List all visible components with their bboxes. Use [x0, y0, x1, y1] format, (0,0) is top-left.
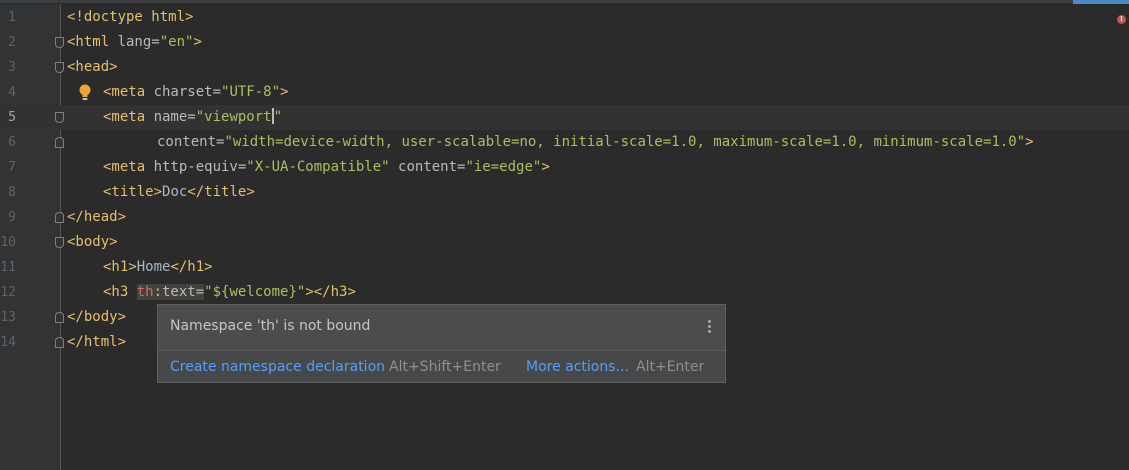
- line-number: 12: [0, 285, 16, 300]
- tag: <h3: [103, 284, 137, 300]
- attribute: charset=: [153, 84, 222, 100]
- code-text[interactable]: <h1>Home</h1>: [103, 255, 213, 280]
- code-text[interactable]: <meta charset="UTF-8">: [103, 80, 288, 105]
- tag: <h1>: [103, 259, 137, 275]
- tag: >: [541, 159, 550, 175]
- attribute-value: "width=device-width, user-scalable=no, i…: [224, 134, 1026, 150]
- code-text[interactable]: </html>: [67, 330, 126, 355]
- code-line[interactable]: 11 <h1>Home</h1>: [0, 255, 1129, 280]
- attribute: http-equiv=: [153, 159, 247, 175]
- more-vertical-icon[interactable]: [708, 320, 712, 335]
- tag: <head>: [67, 59, 118, 75]
- code-text[interactable]: <html lang="en">: [67, 30, 202, 55]
- fold-marker-icon[interactable]: [55, 312, 64, 323]
- line-number: 2: [8, 35, 16, 50]
- code-line[interactable]: 9 </head>: [0, 205, 1129, 230]
- attribute: content=: [389, 159, 466, 175]
- scrollbar-accent[interactable]: [1073, 0, 1129, 4]
- tag: </h1>: [170, 259, 213, 275]
- inspection-popup: Namespace 'th' is not bound Create names…: [157, 304, 726, 383]
- code-line[interactable]: 8 <title>Doc</title>: [0, 180, 1129, 205]
- code-line[interactable]: 3 <head>: [0, 55, 1129, 80]
- tag: <meta: [103, 84, 154, 100]
- attribute-value: "UTF-8": [221, 84, 281, 100]
- tag: </body>: [67, 309, 127, 325]
- code-line[interactable]: 12 <h3 th:text="${welcome}"></h3>: [0, 280, 1129, 305]
- code-line[interactable]: 10 <body>: [0, 230, 1129, 255]
- code-line[interactable]: 1 <!doctype html>: [0, 5, 1129, 30]
- fold-marker-icon[interactable]: [55, 112, 64, 123]
- fold-marker-icon[interactable]: [55, 137, 64, 148]
- tag: <title>: [103, 184, 163, 200]
- tag: </html>: [67, 334, 127, 350]
- code-line[interactable]: 2 <html lang="en">: [0, 30, 1129, 55]
- attribute-value: "en": [159, 34, 194, 50]
- code-text[interactable]: <h3 th:text="${welcome}"></h3>: [103, 280, 356, 305]
- attribute-value: "ie=edge": [465, 159, 542, 175]
- line-number: 7: [8, 160, 16, 175]
- tag: <!doctype html>: [67, 9, 194, 25]
- text-content: Doc: [162, 184, 188, 200]
- line-number: 5: [8, 110, 16, 125]
- shortcut-label: Alt+Shift+Enter: [389, 359, 501, 375]
- attribute-value: "viewport: [195, 109, 272, 125]
- code-line-current[interactable]: 5 <meta name="viewport ": [0, 105, 1129, 130]
- attribute: lang=: [117, 34, 160, 50]
- code-text[interactable]: <meta http-equiv="X-UA-Compatible" conte…: [103, 155, 550, 180]
- line-number: 10: [0, 235, 16, 250]
- attribute-value: "X-UA-Compatible": [246, 159, 390, 175]
- fold-marker-icon[interactable]: [55, 212, 64, 223]
- attribute-value: "${welcome}": [204, 284, 306, 300]
- code-text[interactable]: <body>: [67, 230, 118, 255]
- line-number: 3: [8, 60, 16, 75]
- code-text[interactable]: <!doctype html>: [67, 5, 193, 30]
- code-text[interactable]: <meta name="viewport ": [103, 105, 282, 130]
- editor-tab-strip: [0, 0, 1129, 3]
- fold-marker-icon[interactable]: [55, 337, 64, 348]
- code-text[interactable]: </head>: [67, 205, 126, 230]
- tag: </head>: [67, 209, 127, 225]
- attribute: :text=: [153, 284, 205, 300]
- tag: >: [1025, 134, 1034, 150]
- tag: <meta: [103, 159, 154, 175]
- attribute: name=: [153, 109, 196, 125]
- tag: <body>: [67, 234, 118, 250]
- attribute-value: ": [273, 109, 283, 125]
- line-number: 14: [0, 335, 16, 350]
- code-text[interactable]: <head>: [67, 55, 118, 80]
- inspection-message: Namespace 'th' is not bound: [170, 318, 371, 334]
- lightbulb-icon[interactable]: [79, 84, 91, 101]
- shortcut-label: Alt+Enter: [636, 359, 705, 375]
- tag: >: [280, 84, 289, 100]
- tag: <html: [67, 34, 118, 50]
- tag: >: [193, 34, 202, 50]
- more-actions-link[interactable]: More actions...: [526, 359, 629, 375]
- code-text[interactable]: </body>: [67, 305, 126, 330]
- line-number: 8: [8, 185, 16, 200]
- line-number: 1: [8, 10, 16, 25]
- fold-marker-icon[interactable]: [55, 37, 64, 48]
- code-line[interactable]: 7 <meta http-equiv="X-UA-Compatible" con…: [0, 155, 1129, 180]
- tag: <meta: [103, 109, 154, 125]
- fold-marker-icon[interactable]: [55, 62, 64, 73]
- create-namespace-declaration-link[interactable]: Create namespace declaration: [170, 359, 385, 375]
- attribute: content=: [157, 134, 225, 150]
- text-content: Home: [136, 259, 171, 275]
- line-number: 13: [0, 310, 16, 325]
- line-number: 6: [8, 135, 16, 150]
- tag: </title>: [187, 184, 255, 200]
- fold-marker-icon[interactable]: [55, 237, 64, 248]
- code-text[interactable]: <title>Doc</title>: [103, 180, 255, 205]
- code-text[interactable]: content="width=device-width, user-scalab…: [157, 130, 1034, 155]
- line-number: 11: [0, 260, 16, 275]
- code-line[interactable]: 6 content="width=device-width, user-scal…: [0, 130, 1129, 155]
- line-number: 9: [8, 210, 16, 225]
- unbound-namespace-prefix[interactable]: th: [136, 284, 154, 300]
- line-number: 4: [8, 85, 16, 100]
- tag: ></h3>: [305, 284, 356, 300]
- popup-actions-bar: Create namespace declaration Alt+Shift+E…: [158, 351, 725, 382]
- code-line[interactable]: 4 <meta charset="UTF-8">: [0, 80, 1129, 105]
